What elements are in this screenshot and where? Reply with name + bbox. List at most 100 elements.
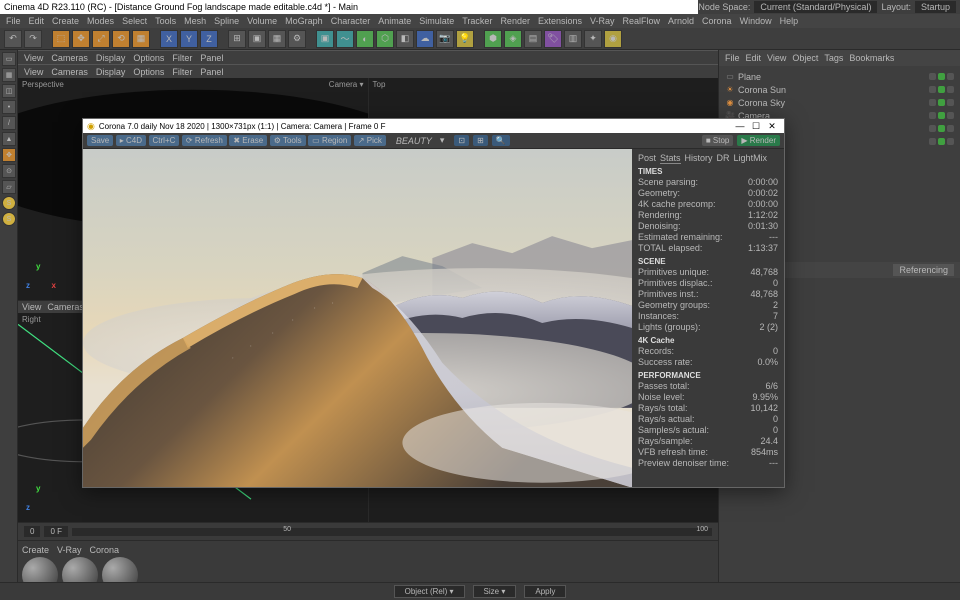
texture-mode-button[interactable]: ▦ xyxy=(2,68,16,82)
objmenu-tags[interactable]: Tags xyxy=(824,53,843,63)
objmenu-bookmarks[interactable]: Bookmarks xyxy=(849,53,894,63)
timeline-current[interactable]: 0 F xyxy=(44,526,68,537)
rw-tools-button[interactable]: ⚙ Tools xyxy=(270,135,306,146)
rw-save-button[interactable]: Save xyxy=(87,135,113,146)
rw-tab-dr[interactable]: DR xyxy=(717,153,730,164)
nurbs-button[interactable]: ◐ xyxy=(356,30,374,48)
point-mode-button[interactable]: • xyxy=(2,100,16,114)
menu-create[interactable]: Create xyxy=(52,16,79,26)
generator-button[interactable]: ⬡ xyxy=(376,30,394,48)
menu-spline[interactable]: Spline xyxy=(214,16,239,26)
viewmenu-options[interactable]: Options xyxy=(133,67,164,77)
rw-region-button[interactable]: ▭ Region xyxy=(308,135,351,146)
nodespace-dropdown[interactable]: Current (Standard/Physical) xyxy=(754,1,877,13)
object-rel-dropdown[interactable]: Object (Rel) ▾ xyxy=(394,585,465,598)
rw-c4d-button[interactable]: ▸ C4D xyxy=(116,135,146,146)
referencing-tab[interactable]: Referencing xyxy=(893,264,954,276)
rw-pick-button[interactable]: ↗ Pick xyxy=(354,135,386,146)
axis-z-button[interactable]: Z xyxy=(200,30,218,48)
polygon-mode-button[interactable]: ▲ xyxy=(2,132,16,146)
axis-mode-button[interactable]: ✥ xyxy=(2,148,16,162)
environment-button[interactable]: ☁ xyxy=(416,30,434,48)
substance-icon[interactable]: S xyxy=(2,196,16,210)
substance-icon-2[interactable]: S xyxy=(2,212,16,226)
select-tool[interactable]: ⬚ xyxy=(52,30,70,48)
axis-x-button[interactable]: X xyxy=(160,30,178,48)
object-corona-sun[interactable]: ☀Corona Sun xyxy=(725,83,954,96)
viewport-camera-dropdown[interactable]: Camera ▾ xyxy=(329,80,364,89)
axis-y-button[interactable]: Y xyxy=(180,30,198,48)
menu-character[interactable]: Character xyxy=(331,16,371,26)
light-button[interactable]: 💡 xyxy=(456,30,474,48)
move-tool[interactable]: ✥ xyxy=(72,30,90,48)
render-region-button[interactable]: ▦ xyxy=(268,30,286,48)
render-start-button[interactable]: ▶ Render xyxy=(737,135,780,146)
menu-mesh[interactable]: Mesh xyxy=(184,16,206,26)
viewmenu-panel[interactable]: Panel xyxy=(200,67,223,77)
objmenu-object[interactable]: Object xyxy=(792,53,818,63)
render-minimize-button[interactable]: — xyxy=(732,121,748,131)
viewmenu-filter[interactable]: Filter xyxy=(172,53,192,63)
size-dropdown[interactable]: Size ▾ xyxy=(473,585,517,598)
edge-mode-button[interactable]: / xyxy=(2,116,16,130)
mattab-create[interactable]: Create xyxy=(22,545,49,555)
viewmenu-view[interactable]: View xyxy=(24,67,43,77)
viewmenu-cameras[interactable]: Cameras xyxy=(47,302,84,312)
menu-corona[interactable]: Corona xyxy=(702,16,732,26)
stop-button[interactable]: ■ Stop xyxy=(702,135,734,146)
menu-select[interactable]: Select xyxy=(122,16,147,26)
workplane-button[interactable]: ▱ xyxy=(2,180,16,194)
viewmenu-options[interactable]: Options xyxy=(133,53,164,63)
object-plane[interactable]: ▭Plane xyxy=(725,70,954,83)
channel-dropdown[interactable]: BEAUTY xyxy=(396,136,432,146)
viewmenu-view[interactable]: View xyxy=(24,53,43,63)
menu-v-ray[interactable]: V-Ray xyxy=(590,16,615,26)
viewmenu-filter[interactable]: Filter xyxy=(172,67,192,77)
camera-button[interactable]: 📷 xyxy=(436,30,454,48)
menu-animate[interactable]: Animate xyxy=(378,16,411,26)
menu-arnold[interactable]: Arnold xyxy=(668,16,694,26)
render-maximize-button[interactable]: ☐ xyxy=(748,121,764,132)
render-settings-button[interactable]: ⚙ xyxy=(288,30,306,48)
rw-refresh-button[interactable]: ⟳ Refresh xyxy=(182,135,227,146)
field-button[interactable]: ▤ xyxy=(524,30,542,48)
mattab-v-ray[interactable]: V-Ray xyxy=(57,545,82,555)
render-image[interactable] xyxy=(83,149,632,487)
cube-primitive-button[interactable]: ▣ xyxy=(316,30,334,48)
zoom-button[interactable]: 🔍 xyxy=(492,135,510,146)
uv-mode-button[interactable]: ◫ xyxy=(2,84,16,98)
misc-button[interactable]: ✦ xyxy=(584,30,602,48)
viewmenu-cameras[interactable]: Cameras xyxy=(51,67,88,77)
redo-button[interactable]: ↷ xyxy=(24,30,42,48)
rw-tab-history[interactable]: History xyxy=(685,153,713,164)
menu-edit[interactable]: Edit xyxy=(29,16,45,26)
undo-button[interactable]: ↶ xyxy=(4,30,22,48)
menu-render[interactable]: Render xyxy=(500,16,530,26)
viewmenu-view[interactable]: View xyxy=(22,302,41,312)
menu-volume[interactable]: Volume xyxy=(247,16,277,26)
zoom-fit-button[interactable]: ⊡ xyxy=(454,135,469,146)
viewmenu-display[interactable]: Display xyxy=(96,67,126,77)
deformer-button[interactable]: ◧ xyxy=(396,30,414,48)
snap-button[interactable]: ⊙ xyxy=(2,164,16,178)
objmenu-edit[interactable]: Edit xyxy=(746,53,762,63)
render-button[interactable]: ▣ xyxy=(248,30,266,48)
objmenu-view[interactable]: View xyxy=(767,53,786,63)
viewmenu-cameras[interactable]: Cameras xyxy=(51,53,88,63)
bulb-button[interactable]: ◉ xyxy=(604,30,622,48)
menu-file[interactable]: File xyxy=(6,16,21,26)
viewmenu-display[interactable]: Display xyxy=(96,53,126,63)
coord-button[interactable]: ⊞ xyxy=(228,30,246,48)
menu-tools[interactable]: Tools xyxy=(155,16,176,26)
timeline-start[interactable]: 0 xyxy=(24,526,40,537)
scale-tool[interactable]: ⤢ xyxy=(92,30,110,48)
object-corona-sky[interactable]: ◉Corona Sky xyxy=(725,96,954,109)
rw-erase-button[interactable]: ✖ Erase xyxy=(229,135,267,146)
zoom-100-button[interactable]: ⊞ xyxy=(473,135,488,146)
layout-dropdown[interactable]: Startup xyxy=(915,1,956,13)
rw-tab-lightmix[interactable]: LightMix xyxy=(734,153,768,164)
tool-button[interactable]: ▦ xyxy=(132,30,150,48)
menu-tracker[interactable]: Tracker xyxy=(462,16,492,26)
rotate-tool[interactable]: ⟲ xyxy=(112,30,130,48)
tag-button[interactable]: 🏷 xyxy=(544,30,562,48)
